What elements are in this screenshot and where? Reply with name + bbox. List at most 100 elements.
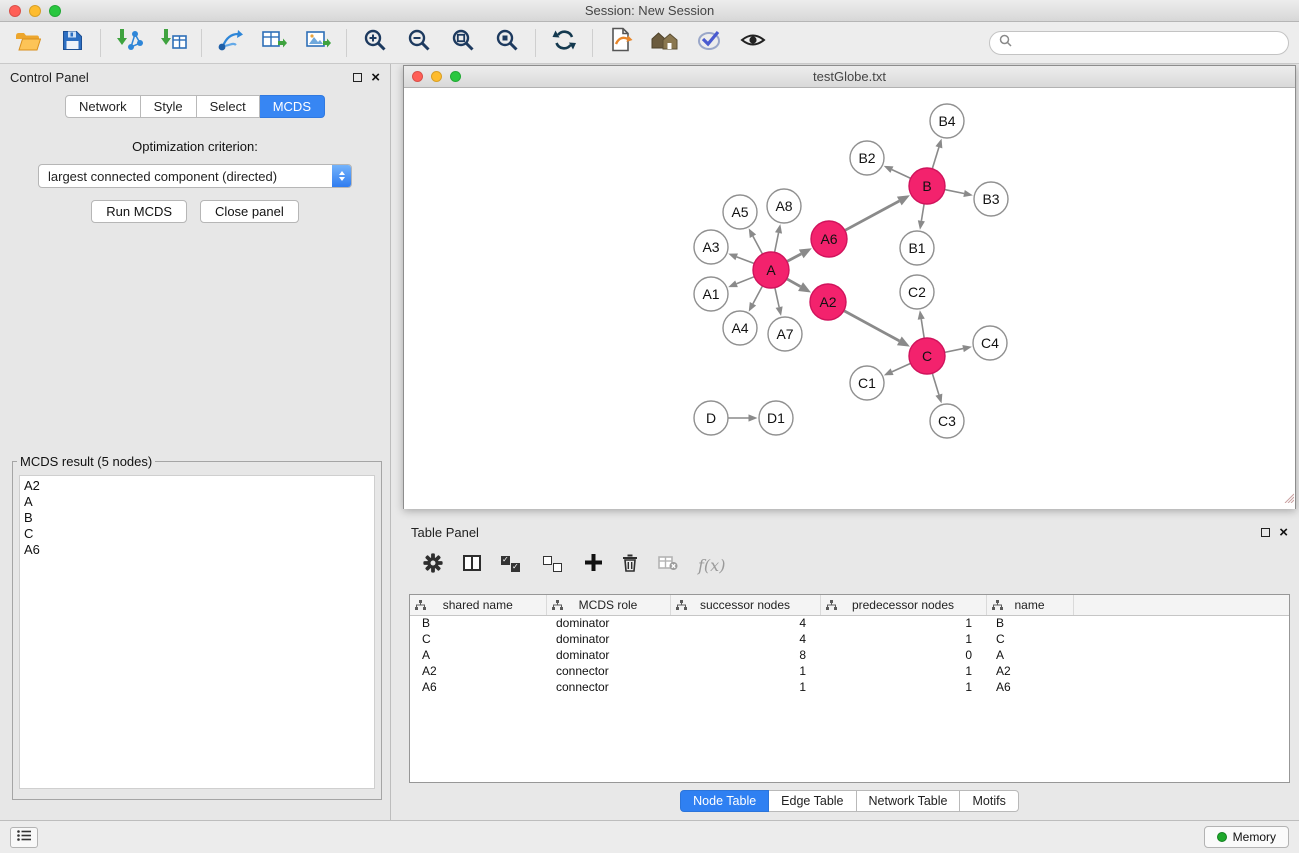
list-item[interactable]: B: [24, 510, 374, 526]
list-item[interactable]: A: [24, 494, 374, 510]
tab-mcds[interactable]: MCDS: [260, 95, 325, 118]
graph-edge-B-B2[interactable]: [892, 170, 911, 179]
graph-edge-C-C1[interactable]: [892, 363, 911, 371]
close-panel-icon[interactable]: ×: [371, 70, 380, 85]
tab-network-table[interactable]: Network Table: [857, 790, 961, 812]
graph-node-A[interactable]: A: [753, 252, 789, 288]
graph-edge-A-A7[interactable]: [775, 288, 779, 308]
graph-node-A3[interactable]: A3: [694, 230, 728, 264]
save-session-button[interactable]: [54, 26, 90, 60]
zoom-window-button[interactable]: [49, 5, 61, 17]
graph-edge-A-A6[interactable]: [787, 254, 801, 262]
column-header[interactable]: name: [986, 595, 1073, 615]
graph-node-B4[interactable]: B4: [930, 104, 964, 138]
tab-network[interactable]: Network: [65, 95, 141, 118]
mcds-result-list[interactable]: A2ABCA6: [19, 475, 375, 789]
zoom-fit-button[interactable]: [445, 26, 481, 60]
graph-node-B1[interactable]: B1: [900, 231, 934, 265]
tab-edge-table[interactable]: Edge Table: [769, 790, 856, 812]
graph-edge-A-A2[interactable]: [787, 279, 801, 287]
graph-edge-A-A5[interactable]: [753, 236, 763, 254]
import-network-button[interactable]: [111, 26, 147, 60]
table-settings-button[interactable]: [423, 553, 443, 578]
graph-node-D1[interactable]: D1: [759, 401, 793, 435]
graph-edge-C-C2[interactable]: [921, 319, 924, 338]
graph-node-A8[interactable]: A8: [767, 189, 801, 223]
tab-node-table[interactable]: Node Table: [680, 790, 769, 812]
select-check-button[interactable]: [691, 26, 727, 60]
criterion-dropdown[interactable]: largest connected component (directed): [38, 164, 352, 188]
add-column-button[interactable]: [585, 554, 602, 576]
graph-edge-A-A1[interactable]: [737, 277, 755, 284]
open-file-button[interactable]: [10, 26, 46, 60]
export-table-button[interactable]: [256, 26, 292, 60]
zoom-view-button[interactable]: [450, 71, 461, 82]
graph-edge-A-A3[interactable]: [737, 257, 755, 264]
graph-edge-C-C4[interactable]: [945, 349, 963, 353]
close-window-button[interactable]: [9, 5, 21, 17]
graph-edge-B-B1[interactable]: [921, 204, 924, 221]
graph-edge-A-A4[interactable]: [753, 286, 763, 304]
graph-node-C2[interactable]: C2: [900, 275, 934, 309]
table-row[interactable]: Bdominator41B: [410, 615, 1289, 631]
search-input[interactable]: [1018, 35, 1279, 50]
graph-node-B3[interactable]: B3: [974, 182, 1008, 216]
delete-table-button[interactable]: [658, 555, 678, 576]
graph-node-A1[interactable]: A1: [694, 277, 728, 311]
column-header[interactable]: successor nodes: [670, 595, 820, 615]
close-table-panel-icon[interactable]: ×: [1279, 525, 1288, 540]
graph-edge-B-B4[interactable]: [932, 147, 939, 169]
function-builder-button[interactable]: f(x): [698, 556, 725, 575]
minimize-view-button[interactable]: [431, 71, 442, 82]
float-table-panel-icon[interactable]: [1261, 528, 1270, 537]
table-row[interactable]: Adominator80A: [410, 647, 1289, 663]
run-mcds-button[interactable]: Run MCDS: [91, 200, 187, 223]
network-canvas[interactable]: B4B2BB3A8A5A6A3B1AC2A1A2A4A7C4CC1DD1C3: [404, 88, 1295, 509]
show-columns-button[interactable]: [463, 555, 481, 576]
graph-node-B2[interactable]: B2: [850, 141, 884, 175]
page-export-button[interactable]: [603, 26, 639, 60]
delete-column-button[interactable]: [622, 553, 638, 577]
tab-style[interactable]: Style: [141, 95, 197, 118]
graph-edge-A-A8[interactable]: [775, 233, 779, 252]
tab-select[interactable]: Select: [197, 95, 260, 118]
close-panel-button[interactable]: Close panel: [200, 200, 299, 223]
graph-node-D[interactable]: D: [694, 401, 728, 435]
close-view-button[interactable]: [412, 71, 423, 82]
memory-button[interactable]: Memory: [1204, 826, 1289, 848]
resize-grip-icon[interactable]: [1282, 490, 1294, 508]
list-item[interactable]: A6: [24, 542, 374, 558]
float-panel-icon[interactable]: [353, 73, 362, 82]
graph-node-B[interactable]: B: [909, 168, 945, 204]
graph-edge-C-C3[interactable]: [932, 373, 939, 395]
table-row[interactable]: A2connector11A2: [410, 663, 1289, 679]
graph-edge-A6-B[interactable]: [845, 201, 899, 230]
tab-motifs[interactable]: Motifs: [960, 790, 1018, 812]
graph-node-C[interactable]: C: [909, 338, 945, 374]
column-header[interactable]: MCDS role: [546, 595, 670, 615]
graph-node-A2[interactable]: A2: [810, 284, 846, 320]
network-window-titlebar[interactable]: testGlobe.txt: [404, 66, 1295, 88]
deselect-all-button[interactable]: [543, 556, 565, 574]
table-row[interactable]: A6connector11A6: [410, 679, 1289, 695]
graph-node-C1[interactable]: C1: [850, 366, 884, 400]
graph-node-C4[interactable]: C4: [973, 326, 1007, 360]
minimize-window-button[interactable]: [29, 5, 41, 17]
task-history-button[interactable]: [10, 827, 38, 848]
zoom-out-button[interactable]: [401, 26, 437, 60]
export-image-button[interactable]: [300, 26, 336, 60]
import-table-button[interactable]: [155, 26, 191, 60]
list-item[interactable]: C: [24, 526, 374, 542]
graph-node-A7[interactable]: A7: [768, 317, 802, 351]
list-item[interactable]: A2: [24, 478, 374, 494]
column-header[interactable]: predecessor nodes: [820, 595, 986, 615]
show-graphics-button[interactable]: [735, 26, 771, 60]
graph-edge-B-B3[interactable]: [945, 190, 964, 194]
graph-node-C3[interactable]: C3: [930, 404, 964, 438]
zoom-in-button[interactable]: [357, 26, 393, 60]
graph-node-A4[interactable]: A4: [723, 311, 757, 345]
search-field[interactable]: [989, 31, 1289, 55]
zoom-selected-button[interactable]: [489, 26, 525, 60]
refresh-layout-button[interactable]: [546, 26, 582, 60]
graph-edge-A2-C[interactable]: [844, 311, 900, 341]
